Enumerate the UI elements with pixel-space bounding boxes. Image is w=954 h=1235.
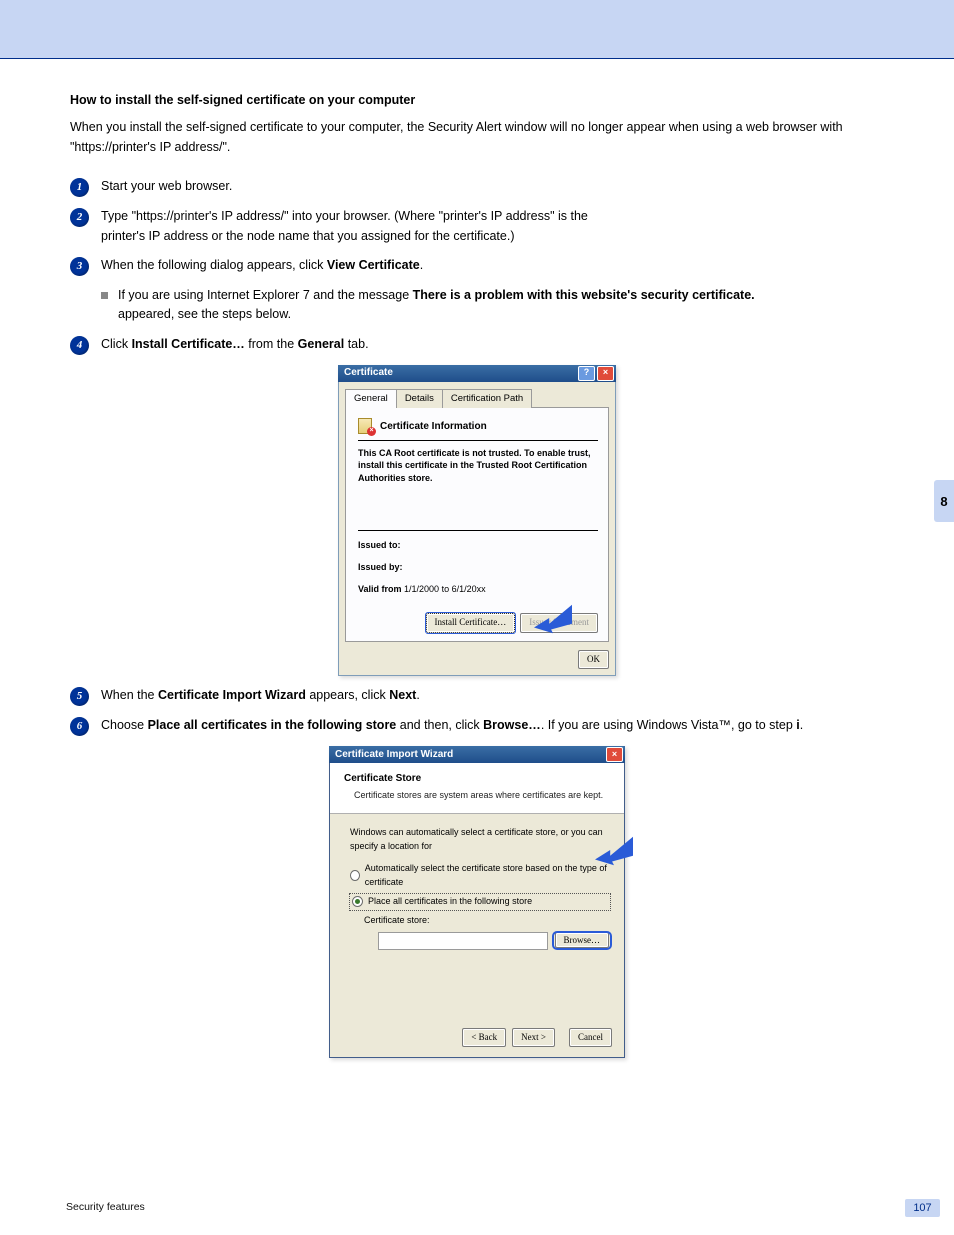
close-button[interactable]: ×	[597, 366, 614, 381]
cert-title: Certificate	[344, 365, 393, 381]
next-button[interactable]: Next >	[512, 1028, 555, 1048]
radio-auto[interactable]: Automatically select the certificate sto…	[350, 862, 610, 890]
valid-from-label: Valid from	[358, 584, 402, 594]
wizard-intro: Windows can automatically select a certi…	[350, 826, 610, 854]
header-band	[0, 0, 954, 59]
callout-arrow	[534, 604, 572, 634]
radio-icon	[350, 870, 360, 881]
step-text: Start your web browser.	[101, 177, 884, 196]
step-4: 4 Click Install Certificate… from the Ge…	[70, 335, 884, 355]
browse-button[interactable]: Browse…	[555, 932, 610, 948]
help-button[interactable]: ?	[578, 366, 595, 381]
page-number: 107	[905, 1199, 940, 1217]
wizard-header: Certificate Store Certificate stores are…	[330, 763, 624, 813]
step-text: Type "https://printer's IP address/" int…	[101, 207, 884, 246]
wizard-titlebar: Certificate Import Wizard ×	[329, 746, 625, 763]
cert-info-heading: Certificate Information	[380, 419, 487, 435]
step-bubble: 1	[70, 178, 89, 197]
cert-trust-message: This CA Root certificate is not trusted.…	[358, 447, 598, 483]
wizard-dialog: Certificate Import Wizard × Certificate …	[329, 746, 625, 1058]
step-text: Choose Place all certificates in the fol…	[101, 716, 884, 735]
certificate-store-input[interactable]	[378, 932, 548, 950]
step-text: Click Install Certificate… from the Gene…	[101, 335, 884, 354]
step-2: 2 Type "https://printer's IP address/" i…	[70, 207, 884, 246]
close-button[interactable]: ×	[606, 747, 623, 762]
step-6: 6 Choose Place all certificates in the f…	[70, 716, 884, 736]
step-bubble: 6	[70, 717, 89, 736]
ok-button[interactable]: OK	[578, 650, 609, 670]
section-intro: When you install the self-signed certifi…	[70, 118, 884, 157]
radio-icon	[352, 896, 363, 907]
cert-tabs: General Details Certification Path	[345, 388, 609, 409]
store-label: Certificate store:	[364, 914, 610, 928]
step-text: When the following dialog appears, click…	[101, 256, 884, 275]
tab-general[interactable]: General	[345, 389, 397, 409]
step-bubble: 2	[70, 208, 89, 227]
back-button[interactable]: < Back	[462, 1028, 506, 1048]
footer-title: Security features	[66, 1201, 145, 1213]
tab-certpath[interactable]: Certification Path	[442, 389, 532, 409]
wizard-title: Certificate Import Wizard	[335, 747, 453, 763]
step-bubble: 4	[70, 336, 89, 355]
cert-titlebar: Certificate ? ×	[338, 365, 616, 382]
step-bubble: 5	[70, 687, 89, 706]
substep-text: If you are using Internet Explorer 7 and…	[118, 286, 755, 325]
step-5: 5 When the Certificate Import Wizard app…	[70, 686, 884, 706]
certificate-icon: ×	[358, 418, 374, 434]
certificate-dialog: Certificate ? × General Details Certific…	[338, 365, 616, 677]
section-title: How to install the self-signed certifica…	[70, 91, 884, 110]
step-1: 1 Start your web browser.	[70, 177, 884, 197]
bullet-square	[101, 292, 108, 299]
step-text: When the Certificate Import Wizard appea…	[101, 686, 884, 705]
tab-details[interactable]: Details	[396, 389, 443, 409]
chapter-tab: 8	[934, 480, 954, 522]
install-certificate-button[interactable]: Install Certificate…	[426, 613, 516, 633]
step-3: 3 When the following dialog appears, cli…	[70, 256, 884, 276]
issued-by-label: Issued by:	[358, 562, 403, 572]
step-bubble: 3	[70, 257, 89, 276]
wizard-subheading: Certificate stores are system areas wher…	[354, 789, 612, 803]
callout-arrow	[595, 836, 633, 866]
cancel-button[interactable]: Cancel	[569, 1028, 612, 1048]
radio-place-all[interactable]: Place all certificates in the following …	[350, 894, 610, 910]
issued-to-label: Issued to:	[358, 540, 401, 550]
step-3-sub: If you are using Internet Explorer 7 and…	[101, 286, 884, 325]
wizard-heading: Certificate Store	[344, 771, 612, 787]
